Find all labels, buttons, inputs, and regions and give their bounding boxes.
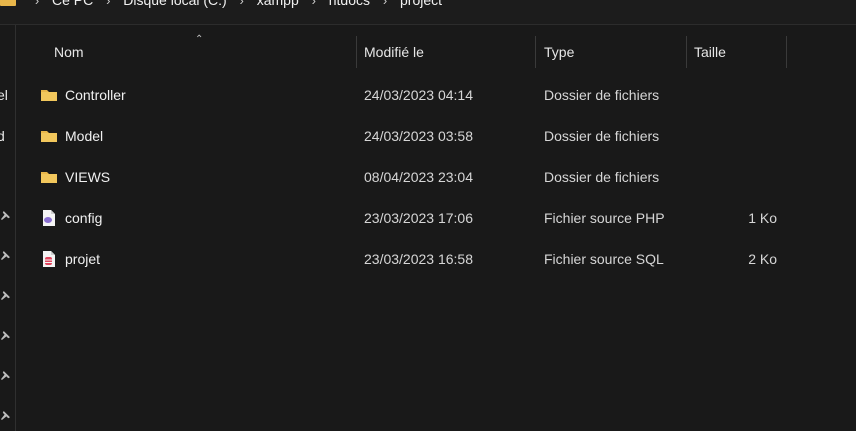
file-type: Dossier de fichiers [544,86,660,103]
file-name-cell: VIEWS [40,156,110,197]
column-header-row: ⌃ Nom Modifié le Type Taille [16,34,856,68]
breadcrumb-item-project[interactable]: project [396,0,446,8]
folder-icon [41,89,57,101]
file-row[interactable]: Model 24/03/2023 03:58 Dossier de fichie… [16,115,856,156]
file-type: Dossier de fichiers [544,168,660,185]
file-modified: 24/03/2023 04:14 [364,86,473,103]
breadcrumb: › Ce PC › Disque local (C:) › xampp › ht… [0,0,856,25]
breadcrumb-item-xampp[interactable]: xampp [253,0,303,8]
file-explorer-window: › Ce PC › Disque local (C:) › xampp › ht… [0,0,856,431]
chevron-right-icon[interactable]: › [231,0,253,8]
file-size [686,156,777,197]
column-divider[interactable] [786,36,787,68]
chevron-right-icon[interactable]: › [303,0,325,8]
column-header-modified[interactable]: Modifié le [364,36,424,68]
file-name: VIEWS [65,168,111,185]
folder-icon [0,0,16,6]
file-row[interactable]: Controller 24/03/2023 04:14 Dossier de f… [16,74,856,115]
file-name: config [65,209,103,226]
chevron-right-icon[interactable]: › [26,0,48,8]
breadcrumb-item-local-disk[interactable]: Disque local (C:) [119,0,230,8]
pin-icon[interactable] [1,291,10,300]
file-name: projet [65,250,101,267]
column-header-size[interactable]: Taille [694,36,726,68]
column-divider[interactable] [356,36,357,68]
file-modified: 08/04/2023 23:04 [364,168,473,185]
file-name: Model [65,127,104,144]
breadcrumb-item-htdocs[interactable]: htdocs [325,0,374,8]
file-modified: 23/03/2023 17:06 [364,209,473,226]
file-modified: 23/03/2023 16:58 [364,250,473,267]
pin-icon[interactable] [1,251,10,260]
file-name: Controller [65,86,126,103]
navigation-pane: el d [0,25,16,431]
file-name-cell: projet [40,238,100,279]
folder-icon [41,130,57,142]
file-size [686,74,777,115]
sort-ascending-icon: ⌃ [195,34,204,45]
pin-icon[interactable] [1,371,10,380]
file-size [686,115,777,156]
pin-icon[interactable] [1,411,10,420]
file-name-cell: Controller [40,74,126,115]
nav-item-label[interactable]: d [0,128,5,144]
file-type: Fichier source SQL [544,250,664,267]
file-modified: 24/03/2023 03:58 [364,127,473,144]
column-divider[interactable] [686,36,687,68]
file-row[interactable]: config 23/03/2023 17:06 Fichier source P… [16,197,856,238]
file-size: 1 Ko [748,209,777,226]
chevron-right-icon[interactable]: › [374,0,396,8]
column-header-name[interactable]: Nom [54,36,84,68]
php-file-icon [43,209,55,226]
file-name-cell: config [40,197,102,238]
chevron-right-icon[interactable]: › [97,0,119,8]
nav-item-label[interactable]: el [0,87,8,103]
column-header-type[interactable]: Type [544,36,574,68]
file-size: 2 Ko [748,250,777,267]
pin-icon[interactable] [1,331,10,340]
file-row[interactable]: VIEWS 08/04/2023 23:04 Dossier de fichie… [16,156,856,197]
breadcrumb-item-this-pc[interactable]: Ce PC [48,0,97,8]
pin-icon[interactable] [1,211,10,220]
file-type: Fichier source PHP [544,209,665,226]
file-type: Dossier de fichiers [544,127,660,144]
sql-file-icon [43,250,55,267]
column-divider[interactable] [535,36,536,68]
folder-icon [41,171,57,183]
file-name-cell: Model [40,115,103,156]
file-row[interactable]: projet 23/03/2023 16:58 Fichier source S… [16,238,856,279]
